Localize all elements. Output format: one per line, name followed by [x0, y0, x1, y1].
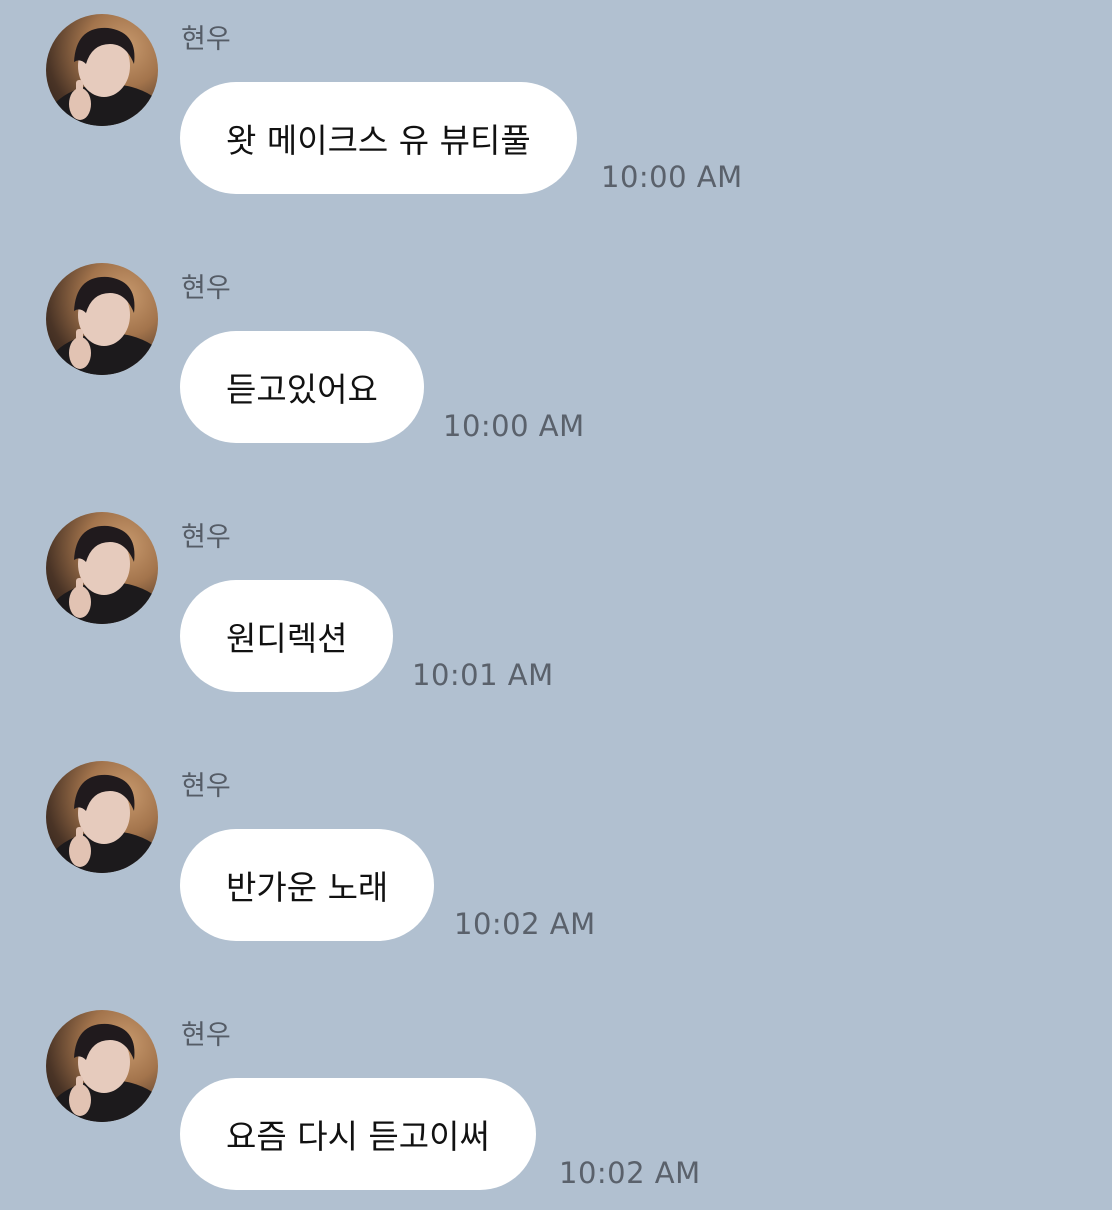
message-row: 현우 원디렉션 10:01 AM [0, 512, 1112, 712]
message-bubble[interactable]: 듣고있어요 [180, 331, 424, 443]
message-time: 10:00 AM [601, 160, 743, 194]
message-time: 10:02 AM [454, 907, 596, 941]
sender-name: 현우 [181, 1020, 231, 1051]
sender-name: 현우 [181, 522, 231, 553]
avatar[interactable] [46, 761, 158, 873]
message-bubble[interactable]: 반가운 노래 [180, 829, 435, 941]
message-row: 현우 왓 메이크스 유 뷰티풀 10:00 AM [0, 14, 1112, 214]
message-time: 10:02 AM [559, 1156, 701, 1190]
message-time: 10:01 AM [412, 658, 554, 692]
avatar[interactable] [46, 1010, 158, 1122]
message-bubble[interactable]: 원디렉션 [180, 580, 394, 692]
chat-room: 현우 왓 메이크스 유 뷰티풀 10:00 AM 현우 듣고있어요 10:00 … [0, 0, 1112, 1200]
message-row: 현우 듣고있어요 10:00 AM [0, 263, 1112, 463]
sender-name: 현우 [181, 771, 231, 802]
avatar[interactable] [46, 512, 158, 624]
profile-photo-icon [46, 525, 158, 624]
profile-photo-icon [46, 276, 158, 375]
avatar[interactable] [46, 263, 158, 375]
message-row: 현우 반가운 노래 10:02 AM [0, 761, 1112, 961]
sender-name: 현우 [181, 273, 231, 304]
message-time: 10:00 AM [443, 409, 585, 443]
sender-name: 현우 [181, 24, 231, 55]
message-bubble[interactable]: 요즘 다시 듣고이써 [180, 1078, 536, 1190]
profile-photo-icon [46, 1023, 158, 1122]
message-row: 현우 요즘 다시 듣고이써 10:02 AM [0, 1010, 1112, 1210]
message-bubble[interactable]: 왓 메이크스 유 뷰티풀 [180, 82, 577, 194]
profile-photo-icon [46, 27, 158, 126]
avatar[interactable] [46, 14, 158, 126]
profile-photo-icon [46, 774, 158, 873]
